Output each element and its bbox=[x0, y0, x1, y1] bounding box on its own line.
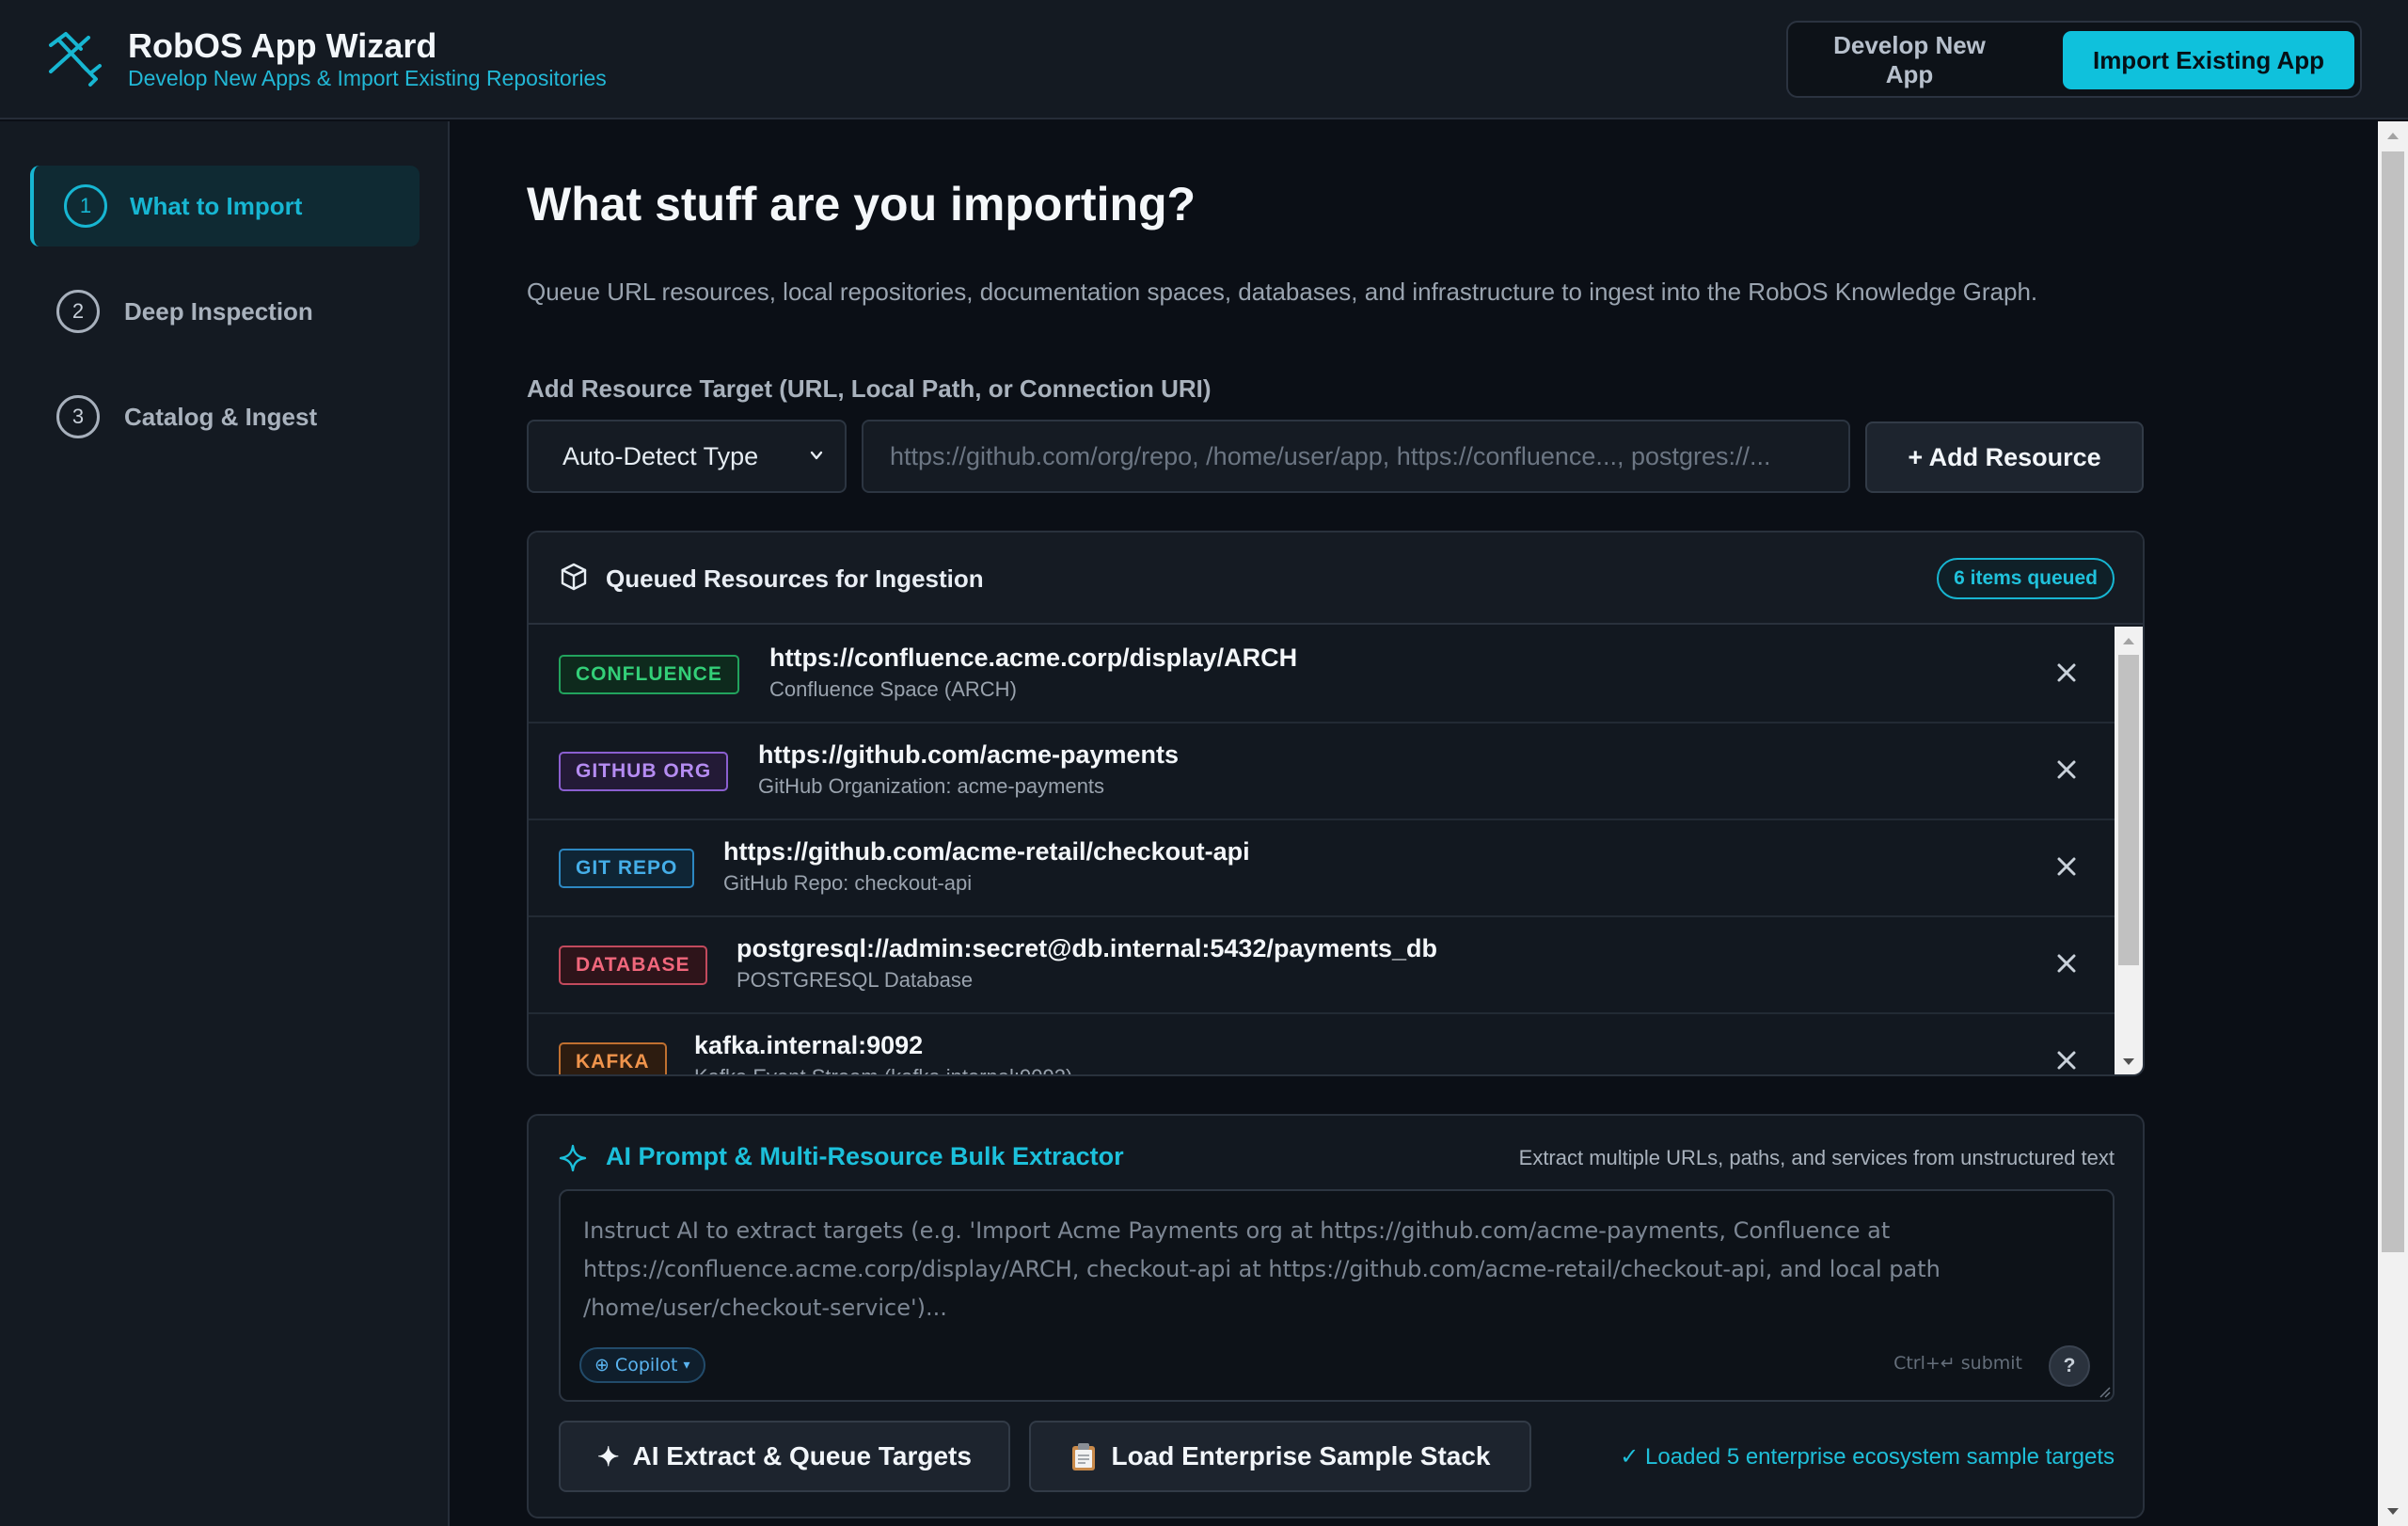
ai-extractor-title: AI Prompt & Multi-Resource Bulk Extracto… bbox=[606, 1142, 1124, 1170]
resource-type-value: Auto-Detect Type bbox=[562, 441, 759, 470]
app-header: RobOS App Wizard Develop New Apps & Impo… bbox=[0, 0, 2408, 119]
resize-grip-icon[interactable] bbox=[2098, 1385, 2111, 1398]
step-number: 1 bbox=[64, 184, 107, 228]
step-label: What to Import bbox=[130, 191, 303, 220]
remove-resource-icon[interactable] bbox=[2054, 854, 2079, 879]
robos-logo-icon bbox=[49, 32, 102, 87]
ai-extract-button[interactable]: ✦ AI Extract & Queue Targets bbox=[559, 1421, 1010, 1492]
ai-status-message: ✓ Loaded 5 enterprise ecosystem sample t… bbox=[1620, 1444, 2115, 1470]
resource-type-badge: GITHUB ORG bbox=[559, 752, 729, 791]
queue-item: CONFLUENCE https://confluence.acme.corp/… bbox=[529, 627, 2116, 723]
resource-url: postgresql://admin:secret@db.internal:54… bbox=[737, 934, 1438, 962]
resource-url: https://github.com/acme-retail/checkout-… bbox=[723, 837, 1250, 866]
remove-resource-icon[interactable] bbox=[2054, 1048, 2079, 1073]
add-resource-button[interactable]: + Add Resource bbox=[1865, 421, 2144, 493]
resource-url: https://confluence.acme.corp/display/ARC… bbox=[769, 644, 1298, 672]
queued-resources-panel: Queued Resources for Ingestion 6 items q… bbox=[527, 531, 2145, 1076]
copilot-label: Copilot bbox=[614, 1355, 678, 1375]
page-description: Queue URL resources, local repositories,… bbox=[527, 278, 2038, 306]
step-catalog-ingest[interactable]: 3 Catalog & Ingest bbox=[30, 376, 420, 457]
import-existing-app-button[interactable]: Import Existing App bbox=[2063, 31, 2354, 89]
resource-description: GitHub Organization: acme-payments bbox=[758, 774, 1105, 798]
chevron-down-icon bbox=[810, 451, 823, 460]
wizard-sidebar: 1 What to Import 2 Deep Inspection 3 Cat… bbox=[0, 121, 450, 1526]
remove-resource-icon[interactable] bbox=[2054, 757, 2079, 782]
resource-description: GitHub Repo: checkout-api bbox=[723, 871, 973, 895]
ai-prompt-placeholder: Instruct AI to extract targets (e.g. 'Im… bbox=[583, 1217, 1941, 1321]
step-number: 2 bbox=[56, 290, 100, 333]
step-label: Catalog & Ingest bbox=[124, 402, 318, 431]
remove-resource-icon[interactable] bbox=[2054, 951, 2079, 976]
queue-scrollbar-thumb[interactable] bbox=[2118, 655, 2139, 965]
submit-shortcut-hint: Ctrl+↵ submit bbox=[1893, 1353, 2022, 1374]
resource-description: POSTGRESQL Database bbox=[737, 968, 974, 992]
page-scrollbar-thumb[interactable] bbox=[2382, 151, 2404, 1252]
load-sample-label: Load Enterprise Sample Stack bbox=[1111, 1441, 1491, 1470]
ai-prompt-textarea[interactable]: Instruct AI to extract targets (e.g. 'Im… bbox=[559, 1189, 2115, 1402]
sparkle-icon: ✦ bbox=[597, 1441, 620, 1471]
queue-list: CONFLUENCE https://confluence.acme.corp/… bbox=[529, 627, 2116, 1074]
page-title: What stuff are you importing? bbox=[527, 178, 1196, 230]
resource-type-badge: GIT REPO bbox=[559, 849, 695, 888]
page-scrollbar[interactable] bbox=[2378, 121, 2408, 1526]
resource-type-badge: CONFLUENCE bbox=[559, 655, 739, 694]
help-button[interactable]: ? bbox=[2049, 1345, 2090, 1387]
develop-new-app-button[interactable]: Develop New App bbox=[1807, 31, 2012, 89]
resource-url: https://github.com/acme-payments bbox=[758, 740, 1180, 769]
scroll-up-arrow-icon[interactable] bbox=[2122, 636, 2135, 645]
copilot-icon: ⊕ bbox=[594, 1355, 610, 1375]
queue-item: KAFKA kafka.internal:9092 Kafka Event St… bbox=[529, 1014, 2116, 1074]
ai-extract-label: AI Extract & Queue Targets bbox=[632, 1441, 972, 1470]
resource-url: kafka.internal:9092 bbox=[694, 1031, 924, 1059]
scroll-down-arrow-icon[interactable] bbox=[2122, 1057, 2135, 1067]
resource-type-badge: KAFKA bbox=[559, 1042, 667, 1074]
step-what-to-import[interactable]: 1 What to Import bbox=[30, 166, 420, 246]
queue-scrollbar[interactable] bbox=[2115, 627, 2143, 1074]
queue-item: DATABASE postgresql://admin:secret@db.in… bbox=[529, 917, 2116, 1014]
sparkle-icon bbox=[559, 1144, 587, 1172]
ai-bulk-extractor-panel: AI Prompt & Multi-Resource Bulk Extracto… bbox=[527, 1114, 2145, 1518]
remove-resource-icon[interactable] bbox=[2054, 660, 2079, 685]
resource-url-input[interactable] bbox=[862, 420, 1850, 493]
queue-item: GIT REPO https://github.com/acme-retail/… bbox=[529, 820, 2116, 917]
clipboard-icon bbox=[1072, 1443, 1096, 1470]
scroll-down-arrow-icon[interactable] bbox=[2386, 1507, 2400, 1517]
scroll-up-arrow-icon[interactable] bbox=[2386, 131, 2400, 140]
caret-down-icon: ▾ bbox=[683, 1358, 690, 1373]
resource-type-badge: DATABASE bbox=[559, 946, 707, 985]
step-label: Deep Inspection bbox=[124, 296, 313, 326]
load-sample-stack-button[interactable]: Load Enterprise Sample Stack bbox=[1029, 1421, 1531, 1492]
queue-header: Queued Resources for Ingestion 6 items q… bbox=[529, 533, 2143, 625]
queue-title: Queued Resources for Ingestion bbox=[606, 564, 984, 593]
copilot-selector[interactable]: ⊕ Copilot ▾ bbox=[579, 1347, 705, 1383]
resource-target-label: Add Resource Target (URL, Local Path, or… bbox=[527, 374, 1212, 403]
ai-extractor-hint: Extract multiple URLs, paths, and servic… bbox=[1518, 1146, 2115, 1169]
queue-item: GITHUB ORG https://github.com/acme-payme… bbox=[529, 723, 2116, 820]
queue-count-badge: 6 items queued bbox=[1937, 558, 2115, 599]
step-deep-inspection[interactable]: 2 Deep Inspection bbox=[30, 271, 420, 352]
resource-description: Confluence Space (ARCH) bbox=[769, 677, 1017, 701]
app-subtitle: Develop New Apps & Import Existing Repos… bbox=[128, 66, 607, 90]
package-icon bbox=[561, 563, 587, 591]
app-title: RobOS App Wizard bbox=[128, 26, 437, 65]
step-number: 3 bbox=[56, 395, 100, 438]
resource-description: Kafka Event Stream (kafka.internal:9092) bbox=[694, 1065, 1072, 1074]
resource-type-select[interactable]: Auto-Detect Type bbox=[527, 420, 847, 493]
mode-switch: Develop New App Import Existing App bbox=[1786, 21, 2362, 98]
